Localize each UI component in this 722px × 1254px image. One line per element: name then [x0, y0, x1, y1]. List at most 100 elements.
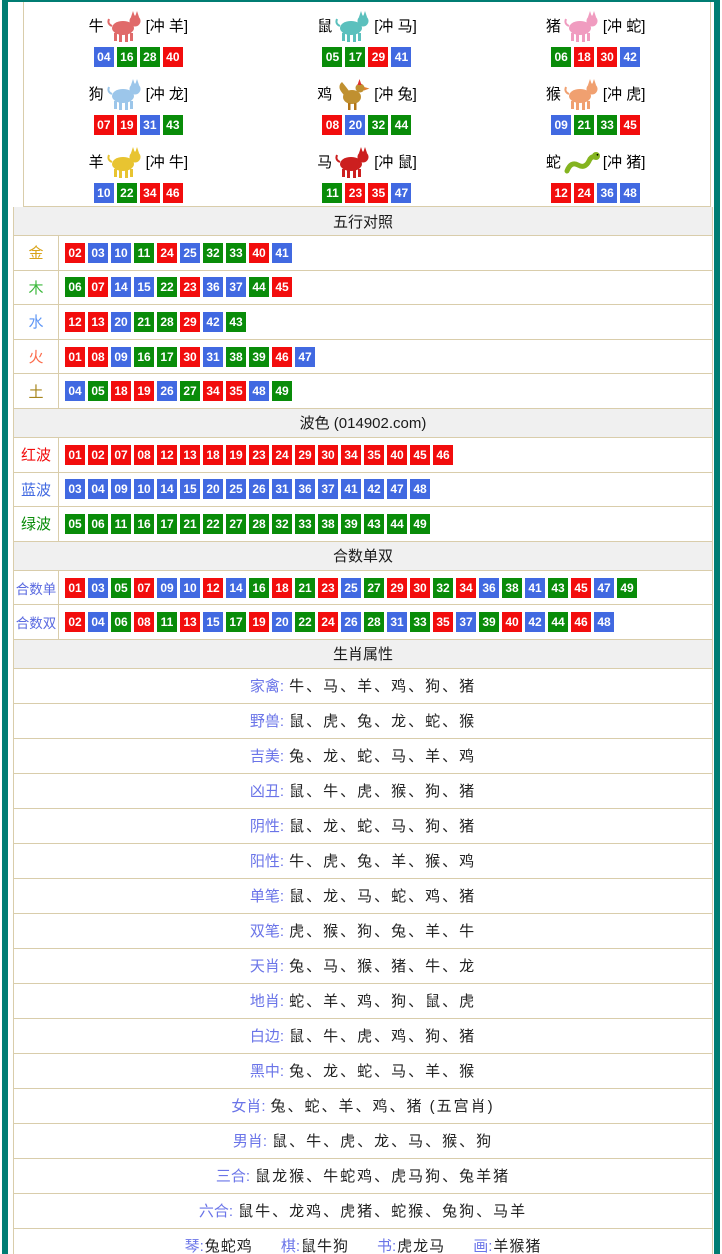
- shengxiao-section-header: 生肖属性: [13, 640, 713, 669]
- wuxing-label-mu: 木: [14, 271, 59, 305]
- attr-row-liuhe: 六合:鼠牛、龙鸡、虎猪、蛇猴、兔狗、马羊: [14, 1194, 712, 1229]
- ball-36: 36: [295, 479, 315, 499]
- ball-10: 10: [94, 183, 114, 203]
- attr-label-nanxiao: 男肖:: [233, 1130, 267, 1151]
- attr-value-yeshou: 鼠、虎、兔、龙、蛇、猴: [289, 710, 476, 731]
- ball-34: 34: [140, 183, 160, 203]
- zodiac-clash-ox: [冲 羊]: [146, 15, 189, 36]
- ball-47: 47: [391, 183, 411, 203]
- ball-42: 42: [203, 312, 223, 332]
- wuxing-row-tu: 土04051819262734354849: [14, 374, 712, 409]
- wuxing-row-shui: 水1213202128294243: [14, 305, 712, 340]
- ball-12: 12: [203, 578, 223, 598]
- attr-value-dixiao: 蛇、羊、鸡、狗、鼠、虎: [289, 990, 476, 1011]
- ball-01: 01: [65, 578, 85, 598]
- attr-row-danbi: 单笔:鼠、龙、马、蛇、鸡、猪: [14, 879, 712, 914]
- attr-value-jiaqin: 牛、马、羊、鸡、狗、猪: [289, 675, 476, 696]
- ball-42: 42: [620, 47, 640, 67]
- wuxing-balls-huo: 0108091617303138394647: [59, 340, 315, 374]
- heshu-balls-heshu-shuang: 0204060811131517192022242628313335373940…: [59, 605, 614, 639]
- ball-17: 17: [157, 347, 177, 367]
- ball-42: 42: [364, 479, 384, 499]
- ball-41: 41: [272, 243, 292, 263]
- bose-title: 波色 (014902.com): [300, 412, 427, 433]
- ball-11: 11: [322, 183, 342, 203]
- ball-12: 12: [157, 445, 177, 465]
- zodiac-clash-dog: [冲 龙]: [146, 83, 189, 104]
- attr-label-tianxiao: 天肖:: [250, 955, 284, 976]
- ball-16: 16: [249, 578, 269, 598]
- ball-43: 43: [226, 312, 246, 332]
- ball-21: 21: [295, 578, 315, 598]
- ball-11: 11: [134, 243, 154, 263]
- ball-34: 34: [203, 381, 223, 401]
- zodiac-snake-icon: [563, 145, 601, 179]
- ball-11: 11: [157, 612, 177, 632]
- zodiac-clash-snake: [冲 猪]: [603, 151, 646, 172]
- zodiac-clash-grid: 牛[冲 羊]04162840鼠[冲 马]05172941猪[冲 蛇]061830…: [23, 2, 711, 207]
- ball-26: 26: [249, 479, 269, 499]
- ball-13: 13: [180, 612, 200, 632]
- heshu-label-heshu-dan: 合数单: [14, 571, 59, 605]
- attr-row-nvxiao: 女肖:兔、蛇、羊、鸡、猪 (五宫肖): [14, 1089, 712, 1124]
- ball-40: 40: [163, 47, 183, 67]
- ball-17: 17: [226, 612, 246, 632]
- ball-32: 32: [203, 243, 223, 263]
- ball-01: 01: [65, 347, 85, 367]
- ball-27: 27: [364, 578, 384, 598]
- heshu-row-heshu-dan: 合数单0103050709101214161821232527293032343…: [14, 571, 712, 606]
- zodiac-caption-snake: 蛇[冲 猪]: [546, 142, 646, 182]
- ball-35: 35: [364, 445, 384, 465]
- ball-48: 48: [620, 183, 640, 203]
- ball-47: 47: [594, 578, 614, 598]
- zodiac-balls-horse: 11233547: [322, 183, 411, 203]
- ball-06: 06: [88, 514, 108, 534]
- zodiac-caption-monkey: 猴[冲 虎]: [546, 74, 646, 114]
- ball-35: 35: [226, 381, 246, 401]
- attr-row-qinqishuhua: 琴:兔蛇鸡棋:鼠牛狗书:虎龙马画:羊猴猪: [14, 1229, 712, 1254]
- ball-18: 18: [203, 445, 223, 465]
- zodiac-balls-goat: 10223446: [94, 183, 183, 203]
- ball-06: 06: [111, 612, 131, 632]
- ball-06: 06: [551, 47, 571, 67]
- zodiac-balls-pig: 06183042: [551, 47, 640, 67]
- ball-09: 09: [551, 115, 571, 135]
- ball-20: 20: [203, 479, 223, 499]
- zodiac-cell-goat: 羊[冲 牛]10223446: [24, 138, 253, 206]
- ball-43: 43: [364, 514, 384, 534]
- attr-seg-label: 棋:: [281, 1235, 300, 1254]
- attr-row-nanxiao: 男肖:鼠、牛、虎、龙、马、猴、狗: [14, 1124, 712, 1159]
- ball-28: 28: [364, 612, 384, 632]
- ball-05: 05: [65, 514, 85, 534]
- ball-02: 02: [65, 612, 85, 632]
- ball-07: 07: [111, 445, 131, 465]
- ball-32: 32: [433, 578, 453, 598]
- ball-30: 30: [410, 578, 430, 598]
- zodiac-clash-pig: [冲 蛇]: [603, 15, 646, 36]
- attr-value-baibian: 鼠、牛、虎、鸡、狗、猪: [289, 1025, 476, 1046]
- ball-06: 06: [65, 277, 85, 297]
- zodiac-balls-dog: 07193143: [94, 115, 183, 135]
- ball-04: 04: [88, 612, 108, 632]
- attr-seg-label: 琴:: [185, 1235, 204, 1254]
- wuxing-section-header: 五行对照: [13, 207, 713, 236]
- ball-25: 25: [341, 578, 361, 598]
- ball-04: 04: [88, 479, 108, 499]
- bose-row-lvbo: 绿波05061116172122272832333839434449: [14, 507, 712, 542]
- ball-20: 20: [111, 312, 131, 332]
- ball-45: 45: [410, 445, 430, 465]
- ball-30: 30: [318, 445, 338, 465]
- ball-48: 48: [594, 612, 614, 632]
- attr-seg-棋: 棋:鼠牛狗: [281, 1235, 349, 1254]
- zodiac-name-ox: 牛: [89, 15, 104, 36]
- ball-19: 19: [117, 115, 137, 135]
- attr-label-yeshou: 野兽:: [250, 710, 284, 731]
- ball-08: 08: [134, 612, 154, 632]
- ball-03: 03: [88, 578, 108, 598]
- zodiac-cell-monkey: 猴[冲 虎]09213345: [481, 70, 710, 138]
- ball-35: 35: [433, 612, 453, 632]
- ball-31: 31: [203, 347, 223, 367]
- wuxing-label-jin: 金: [14, 236, 59, 270]
- attr-label-baibian: 白边:: [250, 1025, 284, 1046]
- ball-38: 38: [318, 514, 338, 534]
